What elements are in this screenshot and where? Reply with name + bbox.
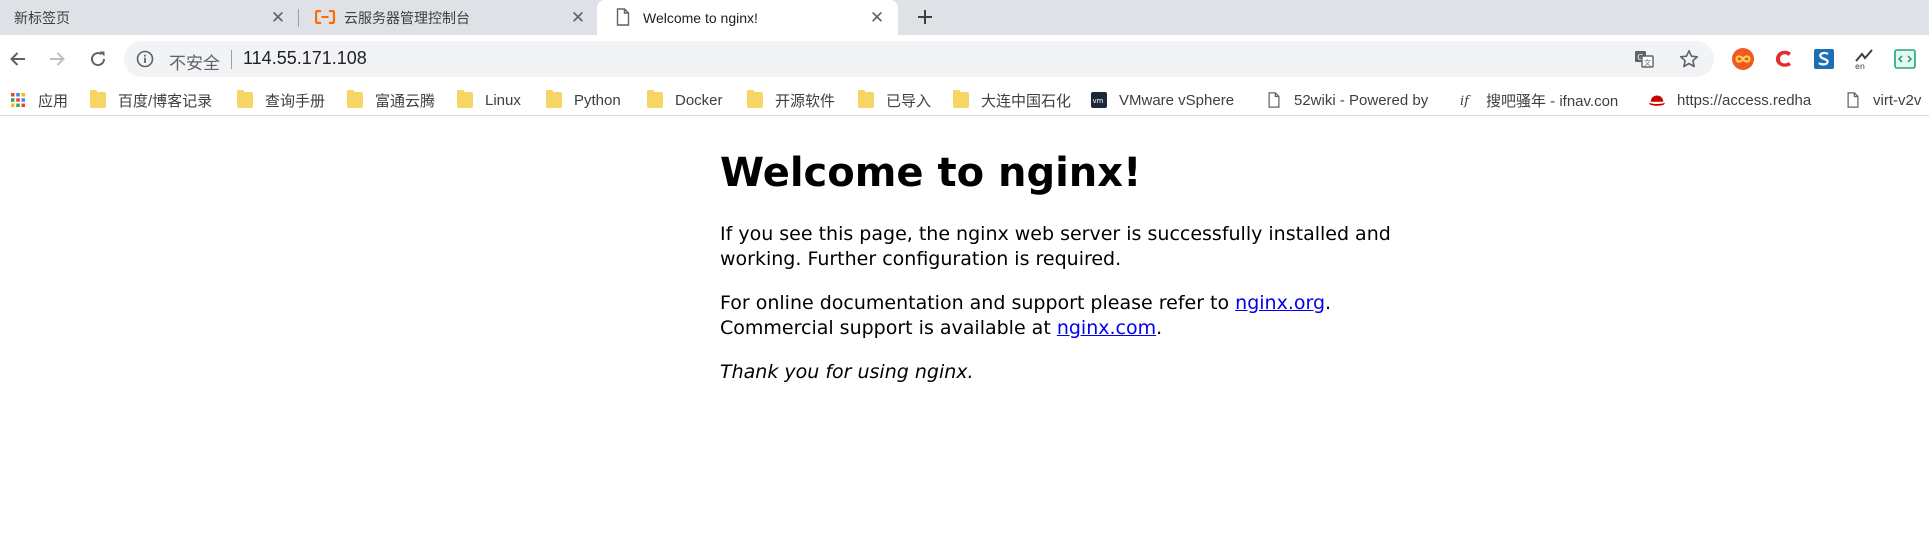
thank-you-text: Thank you for using nginx. xyxy=(720,361,974,383)
reload-button[interactable] xyxy=(84,45,112,73)
s-extension-icon[interactable] xyxy=(1812,47,1836,71)
bookmark-apps[interactable]: 应用 xyxy=(10,88,68,112)
tab-title: 新标签页 xyxy=(14,9,70,26)
bookmark-folder[interactable]: 查询手册 xyxy=(237,88,325,112)
bookmark-52wiki[interactable]: 52wiki - Powered by xyxy=(1266,88,1438,112)
svg-text:文: 文 xyxy=(1644,58,1651,67)
arrow-right-icon xyxy=(50,52,65,66)
support-paragraph: For online documentation and support ple… xyxy=(720,291,1420,341)
arrow-left-icon xyxy=(10,52,25,66)
bookmark-label: https://access.redha xyxy=(1677,91,1812,109)
svg-text:if: if xyxy=(1460,94,1471,108)
bookmark-label: Python xyxy=(574,91,621,109)
page-icon xyxy=(1847,92,1859,108)
code-extension-icon[interactable] xyxy=(1893,47,1917,71)
bookmark-label: 搜吧骚年 - ifnav.con xyxy=(1486,92,1619,110)
plus-icon xyxy=(918,10,932,24)
nginx-com-link[interactable]: nginx.com xyxy=(1057,317,1156,339)
tab-aliyun-console[interactable]: 云服务器管理控制台 ✕ xyxy=(299,0,597,35)
browser-toolbar: 不安全 114.55.171.108 G 文 en xyxy=(0,35,1929,83)
en-tools-extension-icon[interactable]: en xyxy=(1852,47,1876,71)
bookmark-label: 52wiki - Powered by xyxy=(1294,91,1429,109)
page-heading: Welcome to nginx! xyxy=(720,150,1142,196)
bookmark-folder[interactable]: 已导入 xyxy=(858,88,931,112)
nginx-org-link[interactable]: nginx.org xyxy=(1235,292,1325,314)
bookmarks-bar: 应用 百度/博客记录 查询手册 富通云腾 Linux Python Docker… xyxy=(0,83,1929,116)
folder-icon xyxy=(457,90,473,108)
tab-strip: 新标签页 ✕ 云服务器管理控制台 ✕ Welcome to nginx! ✕ xyxy=(0,0,1929,35)
support-text: . xyxy=(1156,317,1163,339)
bookmark-virt-v2v[interactable]: virt-v2v xyxy=(1845,88,1929,112)
support-text: Commercial support is available at xyxy=(720,317,1057,339)
aliyun-icon xyxy=(315,10,335,24)
folder-icon xyxy=(647,90,663,108)
bookmark-label: virt-v2v xyxy=(1873,91,1922,109)
close-icon[interactable]: ✕ xyxy=(568,8,588,28)
bookmark-label: 已导入 xyxy=(886,92,932,110)
security-status-label[interactable]: 不安全 xyxy=(169,49,220,74)
bookmark-label: Docker xyxy=(675,91,723,109)
page-icon xyxy=(1268,92,1280,108)
url-text[interactable]: 114.55.171.108 xyxy=(243,48,367,69)
folder-icon xyxy=(858,90,874,108)
bookmark-folder[interactable]: Docker xyxy=(647,88,723,112)
bookmark-ifnav[interactable]: if 搜吧骚年 - ifnav.con xyxy=(1458,88,1628,112)
apps-grid-icon xyxy=(11,93,25,107)
vmware-icon: vm xyxy=(1091,92,1107,108)
close-icon[interactable]: ✕ xyxy=(268,8,288,28)
bookmark-label: Linux xyxy=(485,91,521,109)
bookmark-redhat[interactable]: https://access.redha xyxy=(1649,88,1822,112)
bookmark-folder[interactable]: Python xyxy=(546,88,621,112)
bookmark-label: 应用 xyxy=(38,92,69,110)
bookmark-label: 富通云腾 xyxy=(375,92,436,110)
folder-icon xyxy=(546,90,562,108)
folder-icon xyxy=(747,90,763,108)
page-icon xyxy=(616,8,630,26)
star-icon[interactable] xyxy=(1679,49,1699,69)
bookmark-folder[interactable]: 百度/博客记录 xyxy=(90,88,212,112)
reload-icon xyxy=(91,51,106,67)
intro-paragraph: If you see this page, the nginx web serv… xyxy=(720,223,1391,270)
tab-title: Welcome to nginx! xyxy=(643,9,758,26)
csdn-extension-icon[interactable] xyxy=(1772,47,1796,71)
tab-new-tab[interactable]: 新标签页 ✕ xyxy=(0,0,298,35)
bookmark-label: 百度/博客记录 xyxy=(118,92,213,110)
bookmark-label: 大连中国石化 xyxy=(981,92,1072,110)
close-icon[interactable]: ✕ xyxy=(867,8,887,28)
infinity-extension-icon[interactable] xyxy=(1731,47,1755,71)
bookmark-vmware[interactable]: vm VMware vSphere xyxy=(1091,88,1234,112)
folder-icon xyxy=(953,90,969,108)
svg-text:vm: vm xyxy=(1093,97,1104,105)
info-icon[interactable] xyxy=(136,50,154,68)
bookmark-label: 查询手册 xyxy=(265,92,326,110)
bookmark-folder[interactable]: 大连中国石化 xyxy=(953,88,1071,112)
address-bar[interactable]: 不安全 114.55.171.108 G 文 xyxy=(124,41,1714,77)
bookmark-folder[interactable]: 富通云腾 xyxy=(347,88,435,112)
bookmark-folder[interactable]: 开源软件 xyxy=(747,88,835,112)
tab-title: 云服务器管理控制台 xyxy=(344,9,470,26)
bookmark-label: 开源软件 xyxy=(775,92,836,110)
new-tab-button[interactable] xyxy=(913,5,937,29)
ifnav-icon: if xyxy=(1460,94,1471,108)
redhat-icon xyxy=(1649,95,1665,106)
folder-icon xyxy=(237,90,253,108)
bookmark-label: VMware vSphere xyxy=(1119,91,1235,109)
folder-icon xyxy=(347,90,363,108)
support-text: For online documentation and support ple… xyxy=(720,292,1236,314)
back-button[interactable] xyxy=(4,45,32,73)
divider xyxy=(231,50,232,69)
support-text: . xyxy=(1325,292,1332,314)
folder-icon xyxy=(90,90,106,108)
tab-nginx-welcome[interactable]: Welcome to nginx! ✕ xyxy=(597,0,898,35)
bookmark-folder[interactable]: Linux xyxy=(457,88,521,112)
forward-button[interactable] xyxy=(43,45,71,73)
translate-icon[interactable]: G 文 xyxy=(1634,49,1654,69)
svg-text:en: en xyxy=(1855,62,1865,71)
